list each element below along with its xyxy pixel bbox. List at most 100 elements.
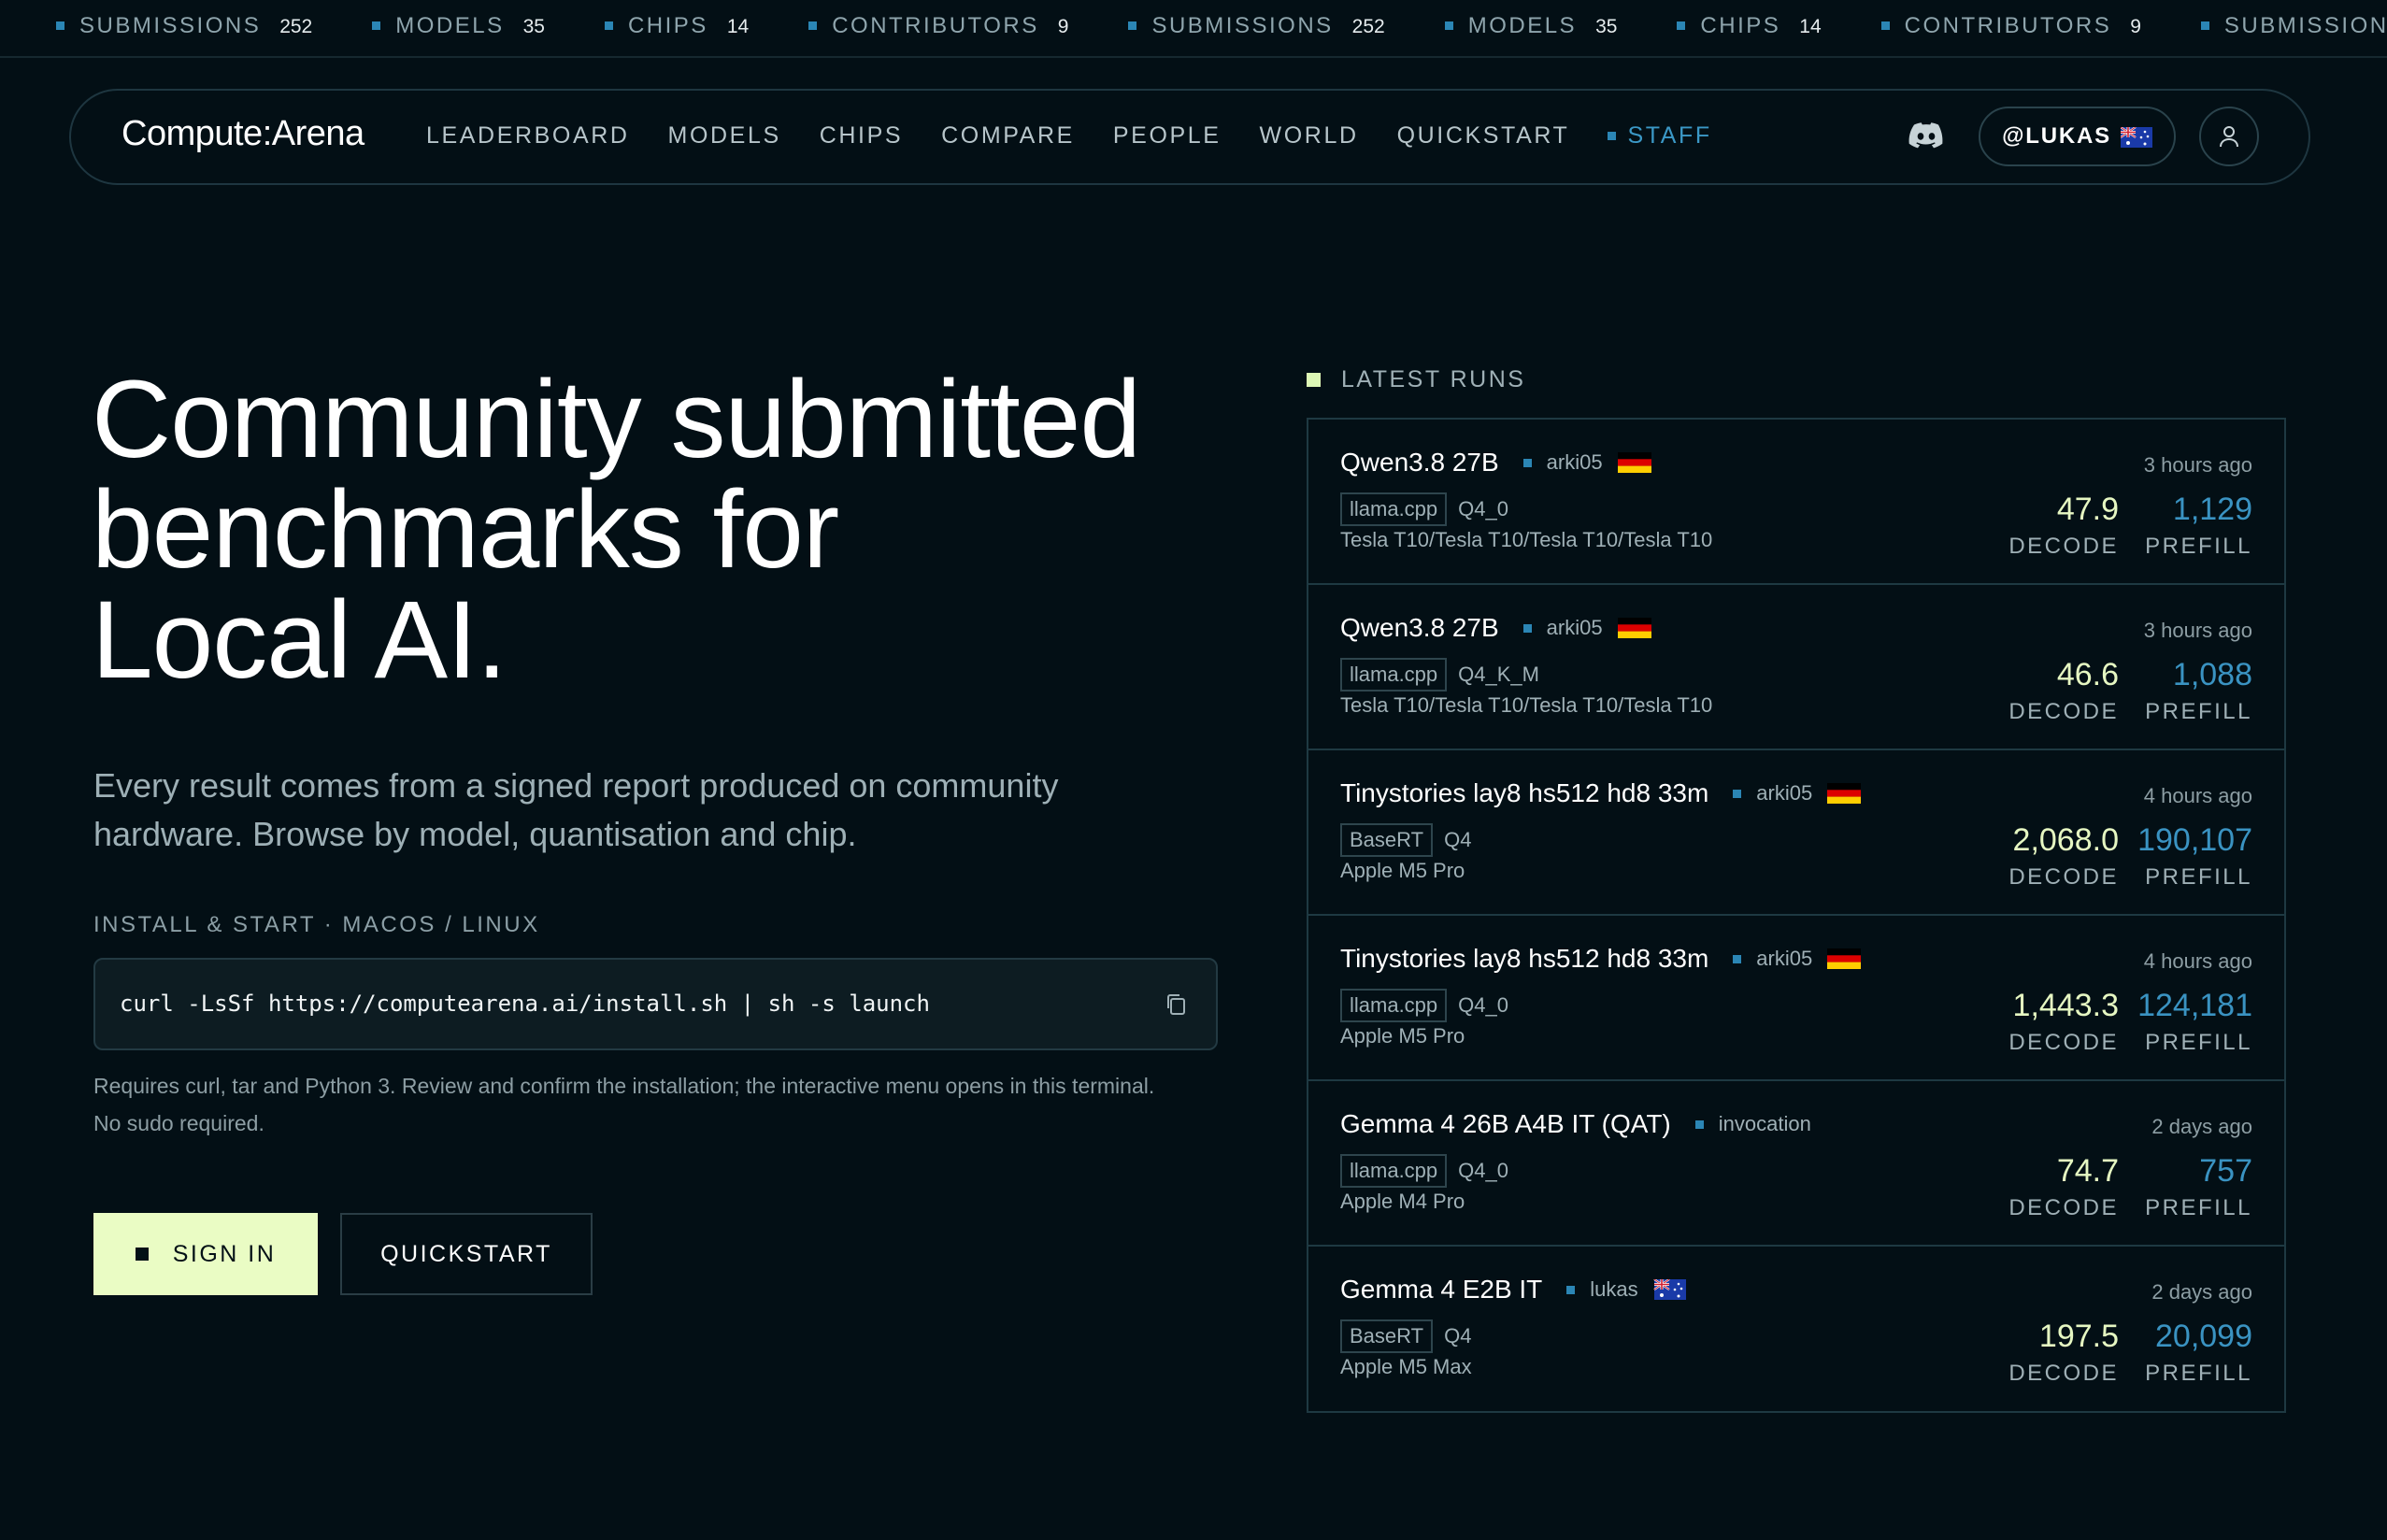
sign-in-button[interactable]: SIGN IN [93, 1213, 318, 1295]
run-decode-label: DECODE [2008, 1195, 2119, 1220]
ticker-label: MODELS [395, 13, 505, 38]
run-row[interactable]: Tinystories lay8 hs512 hd8 33m arki05 Base… [1308, 750, 2284, 916]
run-prefill-label: PREFILL [2145, 1195, 2252, 1220]
ticker-item: SUBMISSIONS252 [2200, 13, 2387, 39]
ticker-label: CONTRIBUTORS [832, 13, 1039, 38]
run-title: Qwen3.8 27B arki05 [1340, 613, 1651, 643]
sign-in-label: SIGN IN [172, 1240, 277, 1267]
run-hardware: Tesla T10/Tesla T10/Tesla T10/Tesla T10 [1340, 528, 1713, 551]
ticker-count: 14 [726, 16, 750, 37]
latest-runs-square-icon [1307, 373, 1321, 387]
user-icon [2220, 126, 2238, 148]
user-handle: @LUKAS [2002, 123, 2111, 149]
run-time: 2 days ago [2151, 1280, 2252, 1304]
nav-link-people[interactable]: PEOPLE [1113, 122, 1222, 150]
discord-icon[interactable] [1908, 121, 1944, 150]
run-decode-label: DECODE [2008, 1030, 2119, 1055]
run-model-name[interactable]: Gemma 4 E2B IT [1340, 1275, 1542, 1305]
nav-link-world[interactable]: WORLD [1260, 122, 1359, 150]
run-decode-value: 74.7 [2056, 1153, 2119, 1189]
run-row[interactable]: Gemma 4 E2B IT lukas BaseRT Q4 Apple M5 Max 2… [1308, 1247, 2284, 1412]
run-user[interactable]: arki05 [1547, 450, 1603, 475]
run-row[interactable]: Qwen3.8 27B arki05 llama.cpp Q4_0 Tesla T10/… [1308, 420, 2284, 585]
nav-link-leaderboard[interactable]: LEADERBOARD [426, 122, 630, 150]
flag-au-icon [2120, 127, 2152, 148]
ticker-square-icon [1880, 21, 1890, 30]
run-quant: Q4_K_M [1458, 663, 1539, 686]
ticker-item: SUBMISSIONS252 [56, 13, 312, 39]
nav-link-models[interactable]: MODELS [668, 122, 781, 150]
hero-title-line-2: benchmarks for [92, 468, 839, 592]
run-model-name[interactable]: Tinystories lay8 hs512 hd8 33m [1340, 944, 1708, 974]
nav-link-quickstart[interactable]: QUICKSTART [1397, 122, 1570, 150]
run-title: Gemma 4 26B A4B IT (QAT) invocation [1340, 1109, 1811, 1139]
nav-link-chips[interactable]: CHIPS [820, 122, 903, 150]
run-decode-label: DECODE [2008, 864, 2119, 890]
run-hardware: Apple M4 Pro [1340, 1190, 1465, 1213]
ticker-square-icon [2200, 21, 2209, 30]
run-hardware: Apple M5 Pro [1340, 1024, 1465, 1048]
run-decode-metric: 74.7 DECODE [2008, 1152, 2119, 1221]
latest-runs-title: LATEST RUNS [1341, 366, 1526, 392]
ticker-label: SUBMISSIONS [1151, 13, 1334, 38]
ticker-square-icon [1677, 21, 1686, 30]
run-row[interactable]: Tinystories lay8 hs512 hd8 33m arki05 llam… [1308, 916, 2284, 1081]
run-user[interactable]: arki05 [1756, 781, 1812, 806]
run-user[interactable]: arki05 [1756, 947, 1812, 971]
run-decode-value: 2,068.0 [2012, 822, 2119, 858]
run-quant: Q4_0 [1458, 1159, 1508, 1182]
run-title: Gemma 4 E2B IT lukas [1340, 1275, 1687, 1305]
ticker-item: CONTRIBUTORS 9 [1880, 13, 2141, 39]
ticker-label: MODELS [1467, 13, 1578, 38]
run-tags: llama.cpp Q4_0 [1340, 1154, 1508, 1188]
user-menu-button[interactable]: @LUKAS [1979, 107, 2176, 166]
run-prefill-value: 20,099 [2155, 1319, 2252, 1354]
run-row[interactable]: Gemma 4 26B A4B IT (QAT) invocation llama.… [1308, 1081, 2284, 1247]
run-model-name[interactable]: Qwen3.8 27B [1340, 613, 1499, 643]
ticker-square-icon [604, 21, 613, 30]
account-button[interactable] [2199, 107, 2259, 166]
run-decode-value: 46.6 [2056, 657, 2119, 692]
ticker-label: CHIPS [1700, 13, 1781, 38]
ticker-item: SUBMISSIONS252 [1128, 13, 1385, 39]
run-user[interactable]: lukas [1590, 1277, 1637, 1302]
run-engine-badge: llama.cpp [1340, 492, 1448, 526]
install-command[interactable]: curl -LsSf https://computearena.ai/insta… [120, 991, 930, 1017]
ticker-count: 35 [522, 16, 545, 37]
nav-link-staff[interactable]: STAFF [1608, 122, 1711, 150]
run-model-name[interactable]: Tinystories lay8 hs512 hd8 33m [1340, 778, 1708, 808]
run-model-name[interactable]: Gemma 4 26B A4B IT (QAT) [1340, 1109, 1671, 1139]
ticker-count: 9 [1057, 16, 1069, 37]
install-command-box[interactable]: curl -LsSf https://computearena.ai/insta… [93, 958, 1218, 1050]
run-decode-label: DECODE [2008, 699, 2119, 724]
run-model-name[interactable]: Qwen3.8 27B [1340, 448, 1499, 478]
run-decode-metric: 197.5 DECODE [2008, 1318, 2119, 1387]
install-note: Requires curl, tar and Python 3. Review … [93, 1067, 1234, 1142]
run-user[interactable]: invocation [1719, 1112, 1811, 1136]
flag-de-icon [1827, 783, 1862, 804]
run-user[interactable]: arki05 [1547, 616, 1603, 640]
run-time: 2 days ago [2151, 1115, 2252, 1138]
install-label: INSTALL & START · MACOS / LINUX [93, 912, 540, 937]
copy-icon[interactable] [1164, 991, 1188, 1018]
run-tags: BaseRT Q4 [1340, 1319, 1471, 1353]
logo[interactable]: Compute:Arena [121, 114, 364, 154]
run-tags: BaseRT Q4 [1340, 823, 1471, 857]
run-prefill-value: 190,107 [2137, 822, 2252, 858]
flag-de-icon [1617, 452, 1651, 473]
ticker-item: CHIPS 14 [604, 13, 750, 39]
ticker-item: MODELS 35 [372, 13, 545, 39]
run-row[interactable]: Qwen3.8 27B arki05 llama.cpp Q4_K_M Tesla T1… [1308, 585, 2284, 750]
main-nav: Compute:Arena LEADERBOARD MODELS CHIPS COMP… [69, 89, 2310, 185]
run-decode-metric: 46.6 DECODE [2008, 656, 2119, 725]
nav-link-compare[interactable]: COMPARE [941, 122, 1075, 150]
run-time: 4 hours ago [2143, 949, 2252, 973]
install-note-line-1: Requires curl, tar and Python 3. Review … [93, 1074, 1155, 1098]
run-engine-badge: llama.cpp [1340, 658, 1448, 692]
run-prefill-metric: 124,181 PREFILL [2137, 987, 2252, 1056]
run-user-square-icon [1733, 789, 1742, 798]
ticker-square-icon [808, 21, 818, 30]
quickstart-button[interactable]: QUICKSTART [340, 1213, 593, 1295]
run-prefill-value: 1,129 [2172, 492, 2252, 527]
nav-link-staff-label: STAFF [1627, 122, 1712, 149]
